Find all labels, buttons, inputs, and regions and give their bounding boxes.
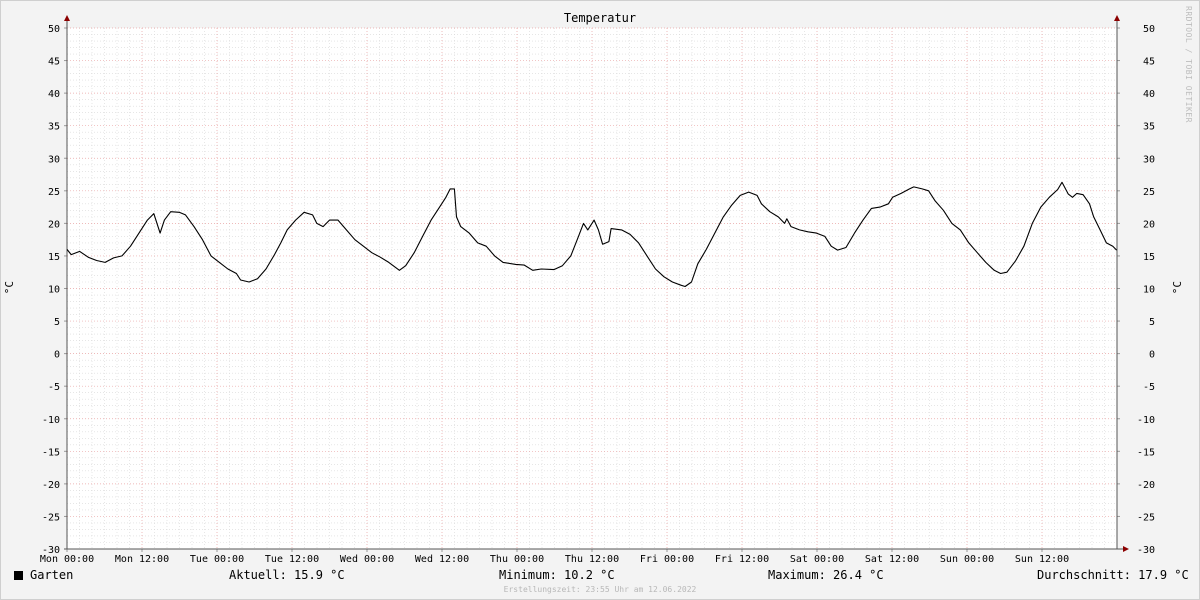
creation-timestamp: Erstellungszeit: 23:55 Uhr am 12.06.2022 [503,585,697,594]
y-tick-label-right: -20 [1137,480,1155,491]
y-tick-label: -25 [42,512,60,523]
y-axis-arrow-right [1114,15,1120,21]
x-axis-arrow [1123,546,1129,552]
y-tick-label: 25 [48,187,60,198]
y-axis-arrow-left [64,15,70,21]
temperature-chart: 50 5045 4540 4035 3530 3025 2520 2015 1510 105 50 0… [40,15,1155,565]
y-tick-label: 35 [48,122,60,133]
stat-current: Aktuell: 15.9 °C [229,568,345,582]
y-tick-label-right: 5 [1149,317,1155,328]
y-tick-label-right: -10 [1137,415,1155,426]
stat-average: Durchschnitt: 17.9 °C [1037,568,1189,582]
x-tick-label: Thu 12:00 [565,554,619,565]
x-tick-label: Wed 12:00 [415,554,469,565]
y-tick-label: 20 [48,219,60,230]
y-tick-label-right: 15 [1143,252,1155,263]
x-tick-label: Tue 12:00 [265,554,319,565]
x-tick-label: Sun 00:00 [940,554,994,565]
y-tick-label: 15 [48,252,60,263]
x-tick-label: Thu 00:00 [490,554,544,565]
stat-minimum: Minimum: 10.2 °C [499,568,615,582]
y-tick-label: -20 [42,480,60,491]
legend: Garten Aktuell: 15.9 °C Minimum: 10.2 °C… [0,568,1200,584]
x-tick-label: Fri 12:00 [715,554,769,565]
x-tick-label: Wed 00:00 [340,554,394,565]
y-tick-label: -10 [42,415,60,426]
y-tick-label-right: 45 [1143,57,1155,68]
y-tick-label: -5 [48,382,60,393]
y-tick-label-right: 20 [1143,219,1155,230]
y-tick-label: 50 [48,24,60,35]
y-tick-label-right: 0 [1149,350,1155,361]
y-tick-label: 0 [54,350,60,361]
y-tick-label: 45 [48,57,60,68]
x-tick-label: Sat 00:00 [790,554,844,565]
y-tick-label-right: 35 [1143,122,1155,133]
y-tick-label-right: 50 [1143,24,1155,35]
y-tick-label: -15 [42,447,60,458]
y-tick-label-right: -25 [1137,512,1155,523]
y-tick-label-right: -15 [1137,447,1155,458]
y-tick-label-right: -5 [1143,382,1155,393]
y-tick-label-right: 40 [1143,89,1155,100]
x-tick-label: Sun 12:00 [1015,554,1069,565]
x-tick-label: Sat 12:00 [865,554,919,565]
y-tick-label-right: -30 [1137,545,1155,556]
y-tick-label: 10 [48,285,60,296]
x-tick-label: Fri 00:00 [640,554,694,565]
x-tick-label: Mon 12:00 [115,554,169,565]
y-tick-label-right: 25 [1143,187,1155,198]
legend-series-name: Garten [30,568,74,582]
y-tick-label-right: 10 [1143,285,1155,296]
y-tick-label: 30 [48,154,60,165]
x-tick-label: Tue 00:00 [190,554,244,565]
y-tick-label: 40 [48,89,60,100]
stat-maximum: Maximum: 26.4 °C [768,568,884,582]
y-tick-label: 5 [54,317,60,328]
x-tick-label: Mon 00:00 [40,554,94,565]
y-tick-label-right: 30 [1143,154,1155,165]
